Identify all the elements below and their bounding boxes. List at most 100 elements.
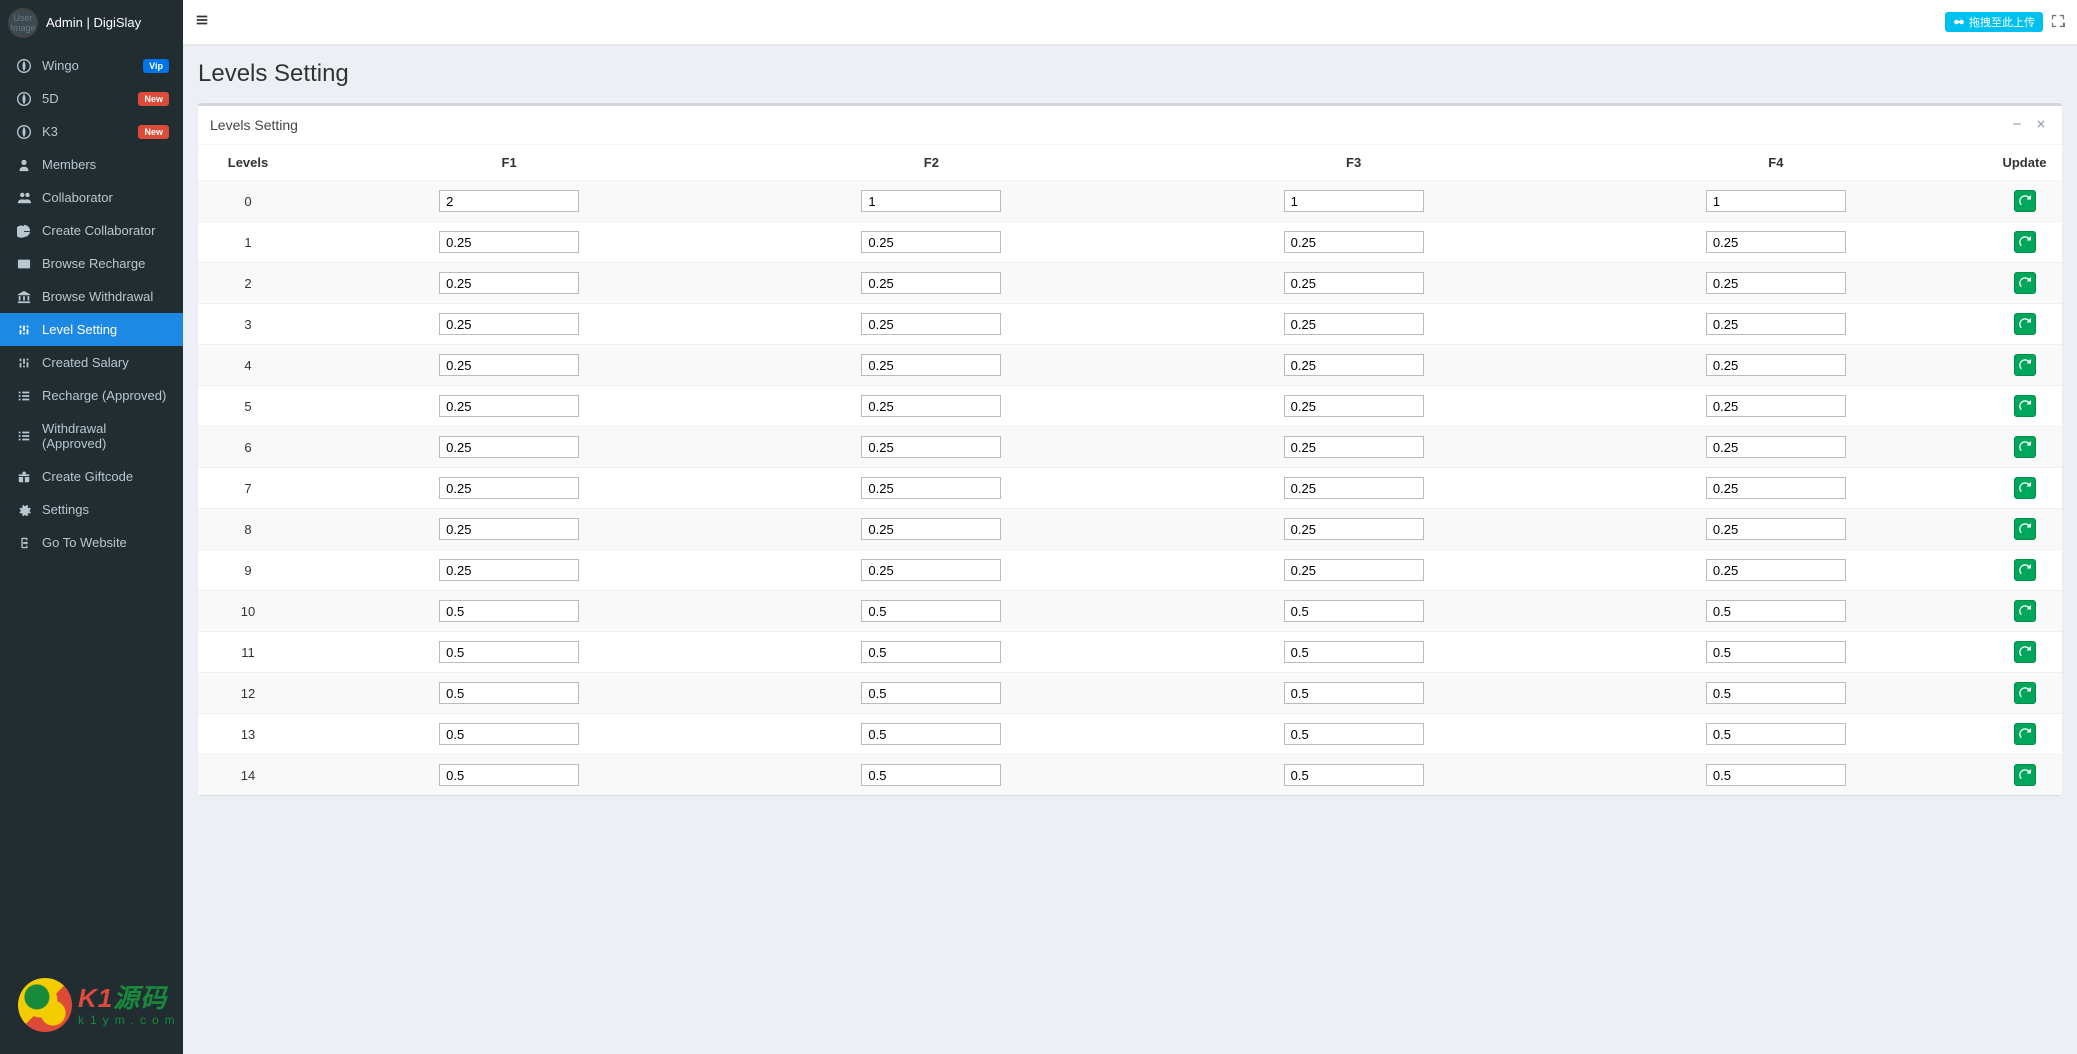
update-button[interactable] [2014,477,2036,499]
f3-input[interactable] [1284,272,1424,294]
sidebar-item-created-salary[interactable]: Created Salary [0,346,183,379]
f2-input[interactable] [861,723,1001,745]
f1-input[interactable] [439,313,579,335]
f2-input[interactable] [861,764,1001,786]
hamburger-icon[interactable] [195,13,209,32]
f2-input[interactable] [861,231,1001,253]
f3-input[interactable] [1284,682,1424,704]
f3-input[interactable] [1284,559,1424,581]
update-button[interactable] [2014,518,2036,540]
f1-input[interactable] [439,682,579,704]
f1-input[interactable] [439,354,579,376]
f4-input[interactable] [1706,231,1846,253]
update-button[interactable] [2014,395,2036,417]
sidebar-item-wingo[interactable]: WingoVip [0,49,183,82]
update-button[interactable] [2014,231,2036,253]
update-button[interactable] [2014,272,2036,294]
upload-button-label: 拖拽至此上传 [1969,14,2035,30]
f3-input[interactable] [1284,231,1424,253]
f4-input[interactable] [1706,723,1846,745]
f1-input[interactable] [439,518,579,540]
f1-input[interactable] [439,395,579,417]
sidebar-item-create-giftcode[interactable]: Create Giftcode [0,460,183,493]
sidebar-item-k3[interactable]: K3New [0,115,183,148]
f4-input[interactable] [1706,764,1846,786]
f4-input[interactable] [1706,354,1846,376]
f2-input[interactable] [861,272,1001,294]
f2-input[interactable] [861,477,1001,499]
f2-input[interactable] [861,395,1001,417]
update-button[interactable] [2014,682,2036,704]
f3-input[interactable] [1284,518,1424,540]
f1-input[interactable] [439,190,579,212]
update-button[interactable] [2014,354,2036,376]
f2-input[interactable] [861,559,1001,581]
f1-input[interactable] [439,231,579,253]
list-icon [14,389,34,403]
f3-input[interactable] [1284,641,1424,663]
f3-input[interactable] [1284,190,1424,212]
f4-input[interactable] [1706,313,1846,335]
f4-input[interactable] [1706,518,1846,540]
update-button[interactable] [2014,641,2036,663]
f4-input[interactable] [1706,682,1846,704]
f4-input[interactable] [1706,436,1846,458]
sidebar-item-browse-recharge[interactable]: Browse Recharge [0,247,183,280]
f3-input[interactable] [1284,395,1424,417]
update-button[interactable] [2014,723,2036,745]
upload-button[interactable]: 拖拽至此上传 [1945,12,2043,32]
f3-input[interactable] [1284,477,1424,499]
f2-input[interactable] [861,190,1001,212]
f1-input[interactable] [439,272,579,294]
f4-input[interactable] [1706,477,1846,499]
sidebar-item-go-to-website[interactable]: Go To Website [0,526,183,559]
update-button[interactable] [2014,600,2036,622]
f3-input[interactable] [1284,313,1424,335]
f2-input[interactable] [861,518,1001,540]
f4-input[interactable] [1706,190,1846,212]
f4-input[interactable] [1706,395,1846,417]
update-button[interactable] [2014,436,2036,458]
sidebar-item-5d[interactable]: 5DNew [0,82,183,115]
f1-input[interactable] [439,764,579,786]
sidebar-item-collaborator[interactable]: Collaborator [0,181,183,214]
exit-icon [14,536,34,550]
f4-input[interactable] [1706,641,1846,663]
sidebar-item-withdrawal-approved-[interactable]: Withdrawal (Approved) [0,412,183,460]
f4-input[interactable] [1706,559,1846,581]
update-button[interactable] [2014,764,2036,786]
close-icon[interactable] [2032,116,2050,134]
sidebar-item-recharge-approved-[interactable]: Recharge (Approved) [0,379,183,412]
collapse-icon[interactable] [2008,116,2026,134]
f1-input[interactable] [439,600,579,622]
f3-input[interactable] [1284,600,1424,622]
sidebar-item-members[interactable]: Members [0,148,183,181]
update-button[interactable] [2014,559,2036,581]
f4-input[interactable] [1706,272,1846,294]
f3-input[interactable] [1284,354,1424,376]
f1-input[interactable] [439,477,579,499]
f1-input[interactable] [439,641,579,663]
f3-input[interactable] [1284,723,1424,745]
expand-icon[interactable] [2051,14,2065,31]
f2-input[interactable] [861,313,1001,335]
f1-input[interactable] [439,436,579,458]
update-button[interactable] [2014,190,2036,212]
f2-input[interactable] [861,682,1001,704]
f3-input[interactable] [1284,764,1424,786]
f3-input[interactable] [1284,436,1424,458]
page-title: Levels Setting [198,60,2062,88]
f2-input[interactable] [861,354,1001,376]
f2-input[interactable] [861,641,1001,663]
f2-input[interactable] [861,436,1001,458]
f2-cell [720,591,1142,632]
sidebar-item-level-setting[interactable]: Level Setting [0,313,183,346]
sidebar-item-settings[interactable]: Settings [0,493,183,526]
f1-input[interactable] [439,559,579,581]
f2-input[interactable] [861,600,1001,622]
sidebar-item-create-collaborator[interactable]: Create Collaborator [0,214,183,247]
f1-input[interactable] [439,723,579,745]
update-button[interactable] [2014,313,2036,335]
sidebar-item-browse-withdrawal[interactable]: Browse Withdrawal [0,280,183,313]
f4-input[interactable] [1706,600,1846,622]
